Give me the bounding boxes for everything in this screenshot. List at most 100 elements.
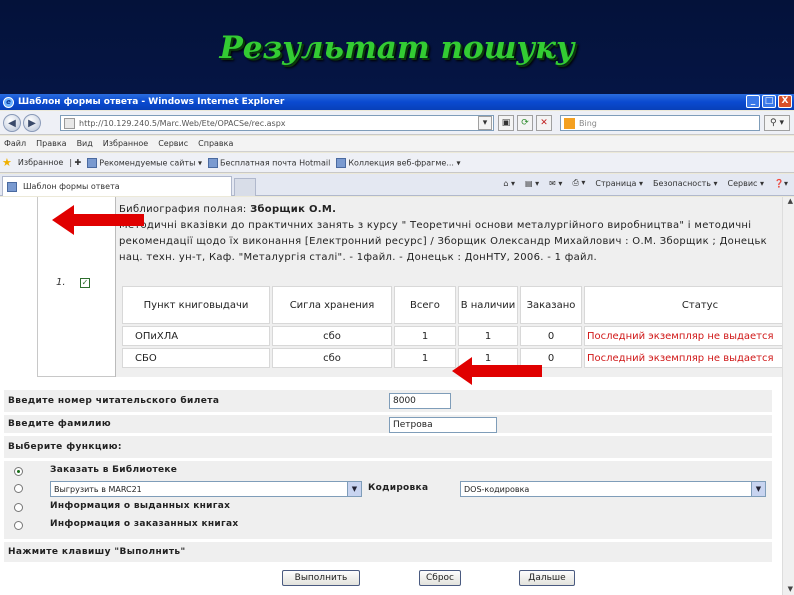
minimize-button[interactable]: _ (746, 95, 760, 108)
option-issued-label: Информация о выданных книгах (50, 501, 231, 511)
favorites-label[interactable]: Избранное (18, 158, 63, 167)
bib-line-1: Методичні вказівки до практичних занять … (119, 220, 752, 231)
home-icon[interactable]: ⌂ ▾ (503, 179, 515, 188)
stop-icon[interactable]: ✕ (536, 115, 552, 131)
table-row: ОПиХЛА сбо 1 1 0 Последний экземпляр не … (122, 326, 794, 346)
bib-line-2: рекомендації щодо їх виконання [Електрон… (119, 236, 767, 247)
menu-edit[interactable]: Правка (36, 139, 66, 148)
tab-label: Шаблон формы ответа (23, 182, 120, 191)
feeds-icon[interactable]: ▤ ▾ (525, 179, 539, 188)
surname-input[interactable]: Петрова (389, 417, 497, 433)
address-toolbar: ◀ ▶ http://10.129.240.5/Marc.Web/Ete/OPA… (0, 111, 794, 135)
maximize-button[interactable]: □ (762, 95, 776, 108)
cell-sigla: сбо (272, 348, 392, 368)
page-content: 1. ✓ Библиография полная: Зборщик О.М. М… (0, 197, 794, 595)
scroll-up-icon[interactable]: ▲ (788, 197, 793, 205)
vertical-scrollbar[interactable]: ▲ ▼ (782, 197, 794, 595)
execute-button[interactable]: Выполнить (282, 570, 360, 586)
help-icon[interactable]: ❓▾ (774, 179, 788, 188)
address-url: http://10.129.240.5/Marc.Web/Ete/OPACSe/… (79, 118, 286, 128)
card-row: Введите номер читательского билета 8000 (3, 389, 773, 413)
bibliography-text: Библиография полная: Зборщик О.М. Методи… (119, 202, 794, 266)
result-number: 1. (56, 277, 66, 288)
close-button[interactable]: X (778, 95, 792, 108)
search-icon[interactable]: ⚲ ▾ (764, 115, 790, 131)
print-icon[interactable]: ⎙ ▾ (572, 178, 585, 188)
forward-button[interactable]: ▶ (23, 114, 41, 132)
bing-icon (564, 118, 575, 129)
favorites-bar: ★ Избранное | ✚ Рекомендуемые сайты ▾ Бе… (0, 153, 794, 173)
cmd-page[interactable]: Страница ▾ (595, 179, 643, 188)
menu-view[interactable]: Вид (77, 139, 93, 148)
option-order-label: Заказать в Библиотеке (50, 465, 178, 475)
slide-title: Результат пошуку (219, 30, 575, 66)
execute-label: Нажмите клавишу "Выполнить" (8, 547, 186, 557)
window-title: Шаблон формы ответа - Windows Internet E… (18, 97, 285, 107)
bib-line-3: нац. техн. ун-т, Каф. "Металургія сталі"… (119, 252, 597, 263)
result-checkbox[interactable]: ✓ (80, 278, 90, 288)
red-arrow-left-icon (452, 357, 542, 385)
back-button[interactable]: ◀ (3, 114, 21, 132)
tab-bar: Шаблон формы ответа ⌂ ▾ ▤ ▾ ✉ ▾ ⎙ ▾ Стра… (0, 174, 794, 196)
radio-ordered[interactable] (14, 521, 23, 530)
col-header: Всего (394, 286, 456, 324)
col-header: В наличии (458, 286, 518, 324)
scroll-down-icon[interactable]: ▼ (788, 585, 793, 593)
radio-order[interactable] (14, 467, 23, 476)
fav-item-recommended[interactable]: Рекомендуемые сайты ▾ (87, 157, 202, 168)
card-number-input[interactable]: 8000 (389, 393, 451, 409)
execute-row: Нажмите клавишу "Выполнить" (3, 541, 773, 563)
card-label: Введите номер читательского билета (8, 396, 220, 406)
fav-item-webslices[interactable]: Коллекция веб-фрагме... ▾ (336, 157, 461, 168)
chevron-down-icon: ▼ (347, 482, 361, 496)
fav-page-icon (87, 157, 98, 168)
table-header-row: Пункт книговыдачи Сигла хранения Всего В… (122, 286, 794, 324)
menu-file[interactable]: Файл (4, 139, 26, 148)
cmd-tools[interactable]: Сервис ▾ (728, 179, 764, 188)
refresh-icon[interactable]: ⟳ (517, 115, 533, 131)
search-input[interactable]: Bing (560, 115, 760, 131)
fav-item-hotmail[interactable]: Бесплатная почта Hotmail (207, 157, 330, 168)
result-row: 1. ✓ Библиография полная: Зборщик О.М. М… (37, 197, 794, 377)
page-icon (64, 118, 75, 129)
cell-ordered: 0 (520, 326, 582, 346)
ie-logo-icon: e (3, 96, 14, 108)
cell-available: 1 (458, 326, 518, 346)
option-ordered-label: Информация о заказанных книгах (50, 519, 239, 529)
radio-issued[interactable] (14, 503, 23, 512)
export-select[interactable]: Выгрузить в MARC21 ▼ (50, 481, 362, 497)
mail-icon[interactable]: ✉ ▾ (549, 179, 562, 188)
cell-total: 1 (394, 348, 456, 368)
chevron-down-icon: ▼ (751, 482, 765, 496)
window-titlebar[interactable]: e Шаблон формы ответа - Windows Internet… (0, 94, 794, 110)
menu-bar: Файл Правка Вид Избранное Сервис Справка (0, 136, 794, 152)
compat-view-icon[interactable]: ▣ (498, 115, 514, 131)
cell-total: 1 (394, 326, 456, 346)
col-header: Сигла хранения (272, 286, 392, 324)
address-input[interactable]: http://10.129.240.5/Marc.Web/Ete/OPACSe/… (60, 115, 494, 131)
menu-favorites[interactable]: Избранное (103, 139, 148, 148)
browser-window: e Шаблон формы ответа - Windows Internet… (0, 94, 794, 595)
new-tab-button[interactable] (234, 178, 256, 196)
reset-button[interactable]: Сброс (419, 570, 461, 586)
options-panel: Заказать в Библиотеке Выгрузить в MARC21… (3, 460, 773, 540)
favorites-star-icon[interactable]: ★ (2, 156, 12, 169)
search-placeholder: Bing (579, 118, 597, 128)
fav-page-icon (336, 157, 347, 168)
tab-page-icon (7, 181, 17, 192)
cell-point: ОПиХЛА (122, 326, 270, 346)
tab-current[interactable]: Шаблон формы ответа (2, 176, 232, 196)
cell-point: СБО (122, 348, 270, 368)
bibliography-panel: Библиография полная: Зборщик О.М. Методи… (115, 197, 794, 377)
function-row: Выберите функцию: (3, 435, 773, 459)
encoding-select[interactable]: DOS-кодировка ▼ (460, 481, 766, 497)
address-dropdown-icon[interactable]: ▾ (478, 116, 492, 130)
next-button[interactable]: Дальше (519, 570, 575, 586)
cmd-safety[interactable]: Безопасность ▾ (653, 179, 718, 188)
favorites-sep: | ✚ (69, 158, 82, 167)
col-header: Статус (584, 286, 794, 324)
radio-export[interactable] (14, 484, 23, 493)
menu-tools[interactable]: Сервис (158, 139, 188, 148)
menu-help[interactable]: Справка (198, 139, 233, 148)
encoding-label: Кодировка (368, 483, 429, 493)
